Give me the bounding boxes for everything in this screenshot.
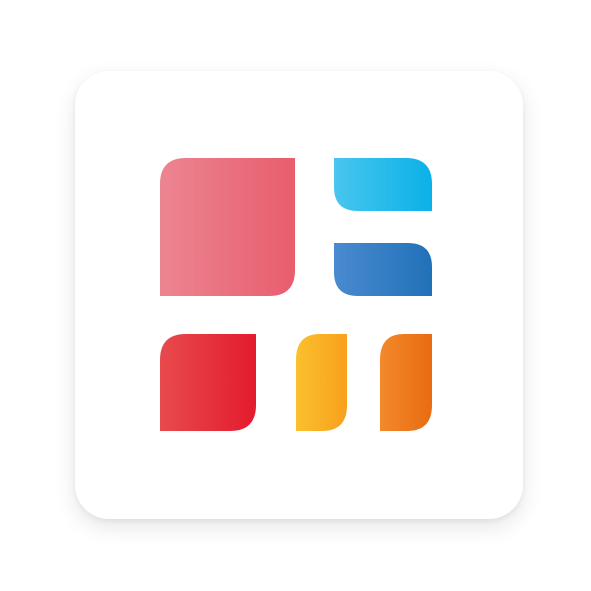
red-tile — [160, 334, 256, 431]
large-pink-tile — [160, 158, 295, 296]
orange-tile — [380, 334, 432, 431]
blue-tile — [334, 243, 432, 296]
cyan-tile — [334, 158, 432, 211]
yellow-tile — [296, 334, 347, 431]
app-logo-icon — [160, 158, 432, 431]
